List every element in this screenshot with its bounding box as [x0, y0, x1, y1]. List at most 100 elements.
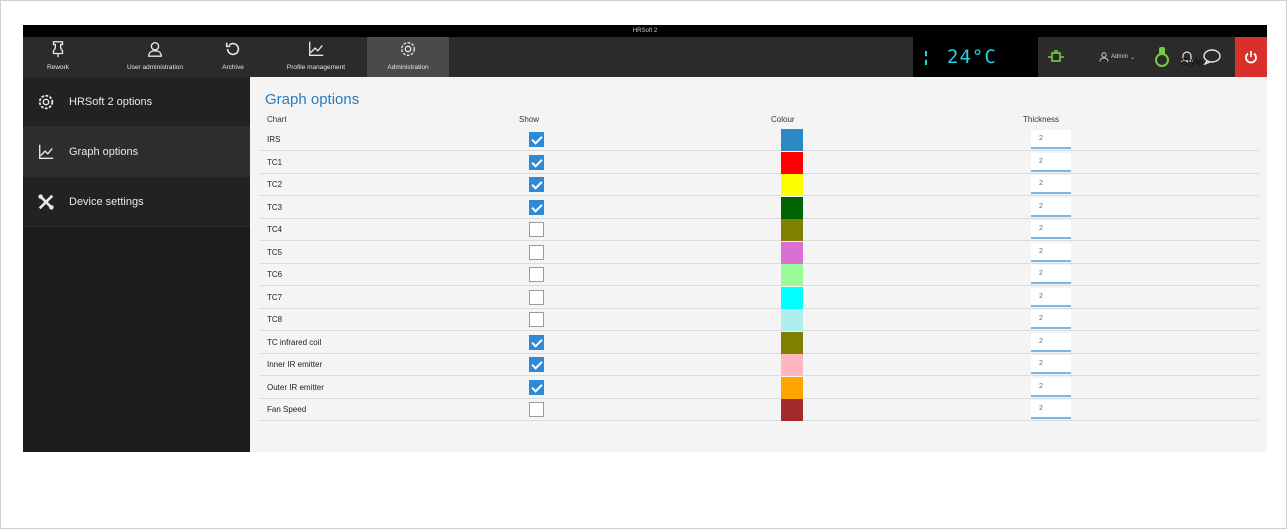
sidebar-item-label: HRSoft 2 options: [69, 95, 153, 108]
colour-swatch[interactable]: [781, 399, 803, 421]
colour-swatch[interactable]: [781, 309, 803, 331]
column-header-colour: Colour: [771, 115, 795, 124]
show-checkbox[interactable]: [529, 357, 544, 372]
thickness-input[interactable]: [1031, 310, 1071, 329]
show-checkbox[interactable]: [529, 199, 544, 215]
admin-menu[interactable]: Admin ⌄: [1099, 37, 1135, 77]
sidebar-item-label: Graph options: [69, 145, 139, 158]
table-row: TC6: [259, 264, 1259, 286]
colour-swatch[interactable]: [781, 264, 803, 286]
chart-name: TC8: [267, 315, 283, 324]
show-checkbox[interactable]: [529, 177, 544, 192]
thickness-input[interactable]: [1031, 175, 1071, 194]
colour-swatch[interactable]: [781, 376, 803, 399]
tab-profile-management[interactable]: Profile management: [267, 37, 365, 77]
thickness-input[interactable]: [1031, 332, 1071, 352]
colour-swatch[interactable]: [781, 354, 803, 376]
table-row: Inner IR emitter: [259, 354, 1259, 376]
tools-icon: [23, 193, 69, 211]
show-checkbox[interactable]: [529, 334, 544, 350]
power-button[interactable]: [1235, 37, 1267, 77]
table-row: Fan Speed: [259, 399, 1259, 421]
thickness-input[interactable]: [1031, 355, 1071, 374]
sidebar-item-hrsoft-options[interactable]: HRSoft 2 options: [23, 77, 250, 127]
tab-user-administration-label: User administration: [127, 64, 183, 71]
column-header-show: Show: [519, 115, 540, 124]
sidebar-item-graph-options[interactable]: Graph options: [23, 127, 250, 177]
chart-name: TC infrared coil: [267, 337, 322, 347]
show-checkbox[interactable]: [529, 132, 544, 147]
table-row: TC4: [259, 219, 1259, 241]
show-checkbox[interactable]: [529, 402, 544, 417]
thickness-input[interactable]: [1031, 265, 1071, 284]
sidebar-item-device-settings[interactable]: Device settings: [23, 177, 250, 227]
show-checkbox[interactable]: [529, 312, 544, 327]
tab-rework[interactable]: Rework: [23, 37, 93, 77]
colour-swatch[interactable]: [781, 241, 803, 264]
chart-icon: [23, 143, 69, 161]
show-checkbox[interactable]: [529, 379, 544, 395]
table-row: IRS: [259, 129, 1259, 151]
gear-icon: [367, 37, 449, 63]
profile-chart-icon: [267, 37, 365, 63]
tab-archive-label: Archive: [222, 64, 244, 71]
tab-administration[interactable]: Administration: [367, 37, 449, 77]
app-window: HRSoft 2 Rework User administration Arch…: [23, 25, 1267, 452]
colour-swatch[interactable]: [781, 174, 803, 196]
chart-name: Inner IR emitter: [267, 360, 323, 369]
chart-name: TC5: [267, 247, 283, 257]
table-row: TC8: [259, 309, 1259, 331]
rework-icon: [23, 37, 93, 63]
thickness-input[interactable]: [1031, 287, 1071, 307]
power-icon: [1245, 51, 1257, 64]
tab-archive[interactable]: Archive: [209, 37, 257, 77]
temperature-display: 24°C: [913, 37, 1038, 77]
table-row: TC5: [259, 241, 1259, 264]
chart-name: TC6: [267, 270, 283, 279]
chart-name: TC2: [267, 180, 283, 189]
show-checkbox[interactable]: [529, 222, 544, 237]
colour-swatch[interactable]: [781, 219, 803, 241]
user-admin-icon: [111, 37, 199, 63]
sidebar-item-label: Device settings: [69, 195, 144, 208]
show-checkbox[interactable]: [529, 289, 544, 305]
chart-name: TC7: [267, 292, 283, 302]
page-title: Graph options: [265, 91, 360, 108]
thickness-input[interactable]: [1031, 377, 1071, 397]
graph-options-panel: Graph options Chart Show Colour Thicknes…: [251, 77, 1267, 452]
chart-name: Fan Speed: [267, 405, 307, 414]
chart-name: IRS: [267, 135, 281, 144]
colour-swatch[interactable]: [781, 331, 803, 354]
sidebar: HRSoft 2 options Graph options Device se…: [23, 77, 250, 452]
temperature-bar-icon: [925, 51, 927, 65]
chart-name: Outer IR emitter: [267, 382, 324, 392]
thickness-input[interactable]: [1031, 400, 1071, 419]
status-sensor-icon[interactable]: [1151, 37, 1173, 77]
table-row: TC3: [259, 196, 1259, 219]
thickness-input[interactable]: [1031, 130, 1071, 149]
table-row: TC2: [259, 174, 1259, 196]
chart-name: TC1: [267, 157, 283, 167]
show-checkbox[interactable]: [529, 244, 544, 260]
table-row: Outer IR emitter: [259, 376, 1259, 399]
table-row: TC infrared coil: [259, 331, 1259, 354]
window-title: HRSoft 2: [23, 25, 1267, 37]
table-row: TC1: [259, 151, 1259, 174]
show-checkbox[interactable]: [529, 154, 544, 170]
tab-rework-label: Rework: [46, 64, 70, 71]
tab-administration-label: Administration: [387, 64, 429, 71]
plug-icon[interactable]: [1043, 37, 1069, 77]
thickness-input[interactable]: [1031, 197, 1071, 217]
show-checkbox[interactable]: [529, 267, 544, 282]
gear-icon: [23, 93, 69, 111]
colour-swatch[interactable]: [781, 129, 803, 151]
colour-swatch[interactable]: [781, 151, 803, 174]
colour-swatch[interactable]: [781, 196, 803, 219]
thickness-input[interactable]: [1031, 242, 1071, 262]
tab-user-administration[interactable]: User administration: [111, 37, 199, 77]
chart-name: TC3: [267, 202, 283, 212]
top-toolbar: Rework User administration Archive Profi…: [23, 37, 1267, 77]
thickness-input[interactable]: [1031, 220, 1071, 239]
thickness-input[interactable]: [1031, 152, 1071, 172]
colour-swatch[interactable]: [781, 286, 803, 309]
